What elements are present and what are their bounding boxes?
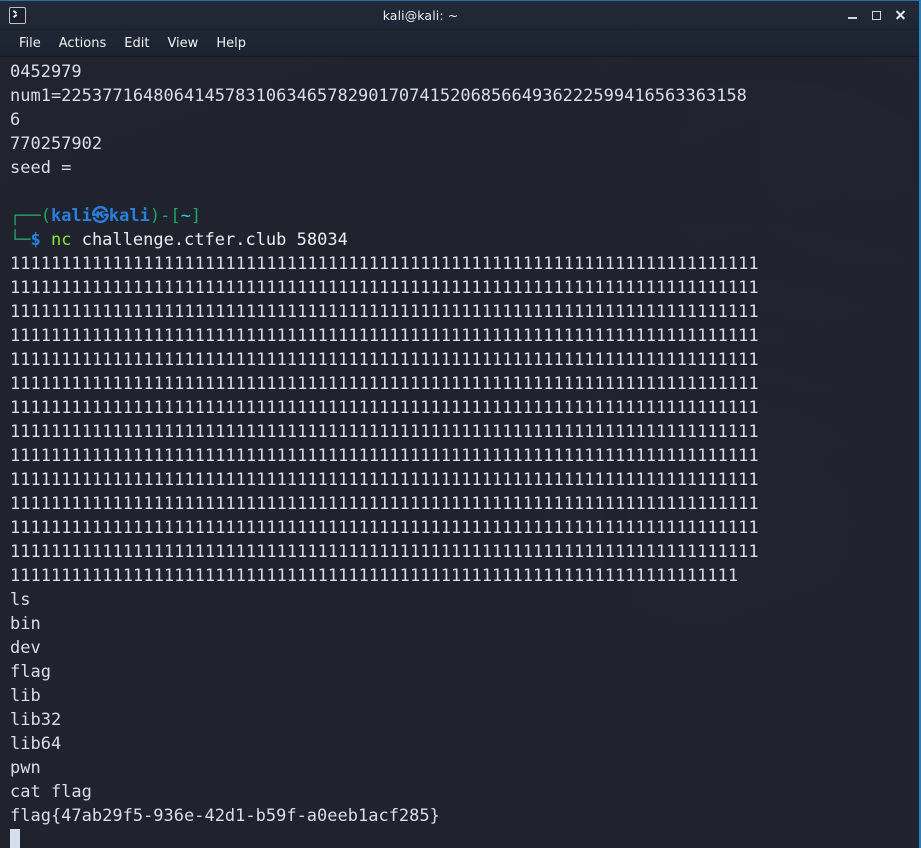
menu-item-file[interactable]: File	[10, 34, 50, 53]
text-cursor	[10, 829, 20, 848]
command-nc: nc	[50, 230, 72, 250]
flag-output: flag{47ab29f5-936e-42d1-b59f-a0eeb1acf28…	[10, 806, 440, 826]
ones-row: 1111111111111111111111111111111111111111…	[10, 422, 759, 442]
ones-row: 1111111111111111111111111111111111111111…	[10, 326, 759, 346]
menu-item-edit[interactable]: Edit	[115, 34, 158, 53]
output-line-seed-digits: 0452979	[10, 62, 82, 82]
output-line-seed-label: seed =	[10, 158, 72, 178]
prompt-bracket-close: ]	[190, 206, 202, 226]
ls-entry: flag	[10, 662, 51, 682]
ls-entry: lib32	[10, 710, 62, 730]
title-bar[interactable]: kali@kali: ~	[0, 1, 919, 30]
output-line-770257902: 770257902	[10, 134, 103, 154]
ones-row: 1111111111111111111111111111111111111111…	[10, 518, 759, 538]
prompt-user: kali	[50, 206, 92, 226]
command-nc-args: challenge.ctfer.club 58034	[71, 230, 348, 250]
maximize-icon[interactable]	[865, 4, 887, 26]
prompt-host: kali	[108, 206, 150, 226]
ones-row-last: 1111111111111111111111111111111111111111…	[10, 566, 739, 586]
ones-row: 1111111111111111111111111111111111111111…	[10, 446, 759, 466]
ones-row: 1111111111111111111111111111111111111111…	[10, 470, 759, 490]
ones-row: 1111111111111111111111111111111111111111…	[10, 494, 759, 514]
prompt-paren-close: )-[	[149, 206, 181, 226]
output-line-num1: num1=22537716480641457831063465782901707…	[10, 86, 747, 106]
terminal-output-area[interactable]: 0452979 num1=225377164806414578310634657…	[0, 57, 919, 848]
window-title: kali@kali: ~	[382, 7, 459, 23]
ones-row: 1111111111111111111111111111111111111111…	[10, 278, 759, 298]
prompt-cwd: ~	[180, 206, 191, 226]
ls-entry: dev	[10, 638, 41, 658]
ones-row: 1111111111111111111111111111111111111111…	[10, 254, 759, 274]
ones-row: 1111111111111111111111111111111111111111…	[10, 398, 759, 418]
close-icon[interactable]	[889, 4, 911, 26]
prompt-line-top: ┌──(kali㉿kali)-[~]	[10, 204, 919, 228]
terminal-icon	[8, 6, 26, 24]
ls-entry: pwn	[10, 758, 41, 778]
terminal-window: kali@kali: ~ File Actions Edit View Help…	[0, 0, 921, 848]
ones-row: 1111111111111111111111111111111111111111…	[10, 542, 759, 562]
session-input-cat-flag: cat flag	[10, 782, 92, 802]
menu-item-view[interactable]: View	[158, 34, 207, 53]
prompt-line-command: └─$ nc challenge.ctfer.club 58034	[10, 228, 919, 252]
prompt-at-icon: ㉿	[91, 206, 109, 226]
ls-entry: lib64	[10, 734, 62, 754]
terminal-cursor-line	[10, 828, 919, 848]
ones-row: 1111111111111111111111111111111111111111…	[10, 350, 759, 370]
ones-row: 1111111111111111111111111111111111111111…	[10, 374, 759, 394]
ones-row: 1111111111111111111111111111111111111111…	[10, 302, 759, 322]
prompt-dollar: $	[30, 230, 41, 250]
menu-item-actions[interactable]: Actions	[50, 34, 116, 53]
session-input-ls: ls	[10, 590, 31, 610]
minimize-icon[interactable]	[841, 4, 863, 26]
ls-entry: lib	[10, 686, 41, 706]
prompt-corner-bottom: └─	[10, 230, 31, 250]
menu-bar: File Actions Edit View Help	[0, 30, 919, 57]
prompt-corner-top: ┌──(	[10, 206, 51, 226]
output-line-num1-wrap: 6	[10, 110, 21, 130]
window-controls	[841, 4, 919, 26]
menu-item-help[interactable]: Help	[207, 34, 255, 53]
ls-entry: bin	[10, 614, 41, 634]
